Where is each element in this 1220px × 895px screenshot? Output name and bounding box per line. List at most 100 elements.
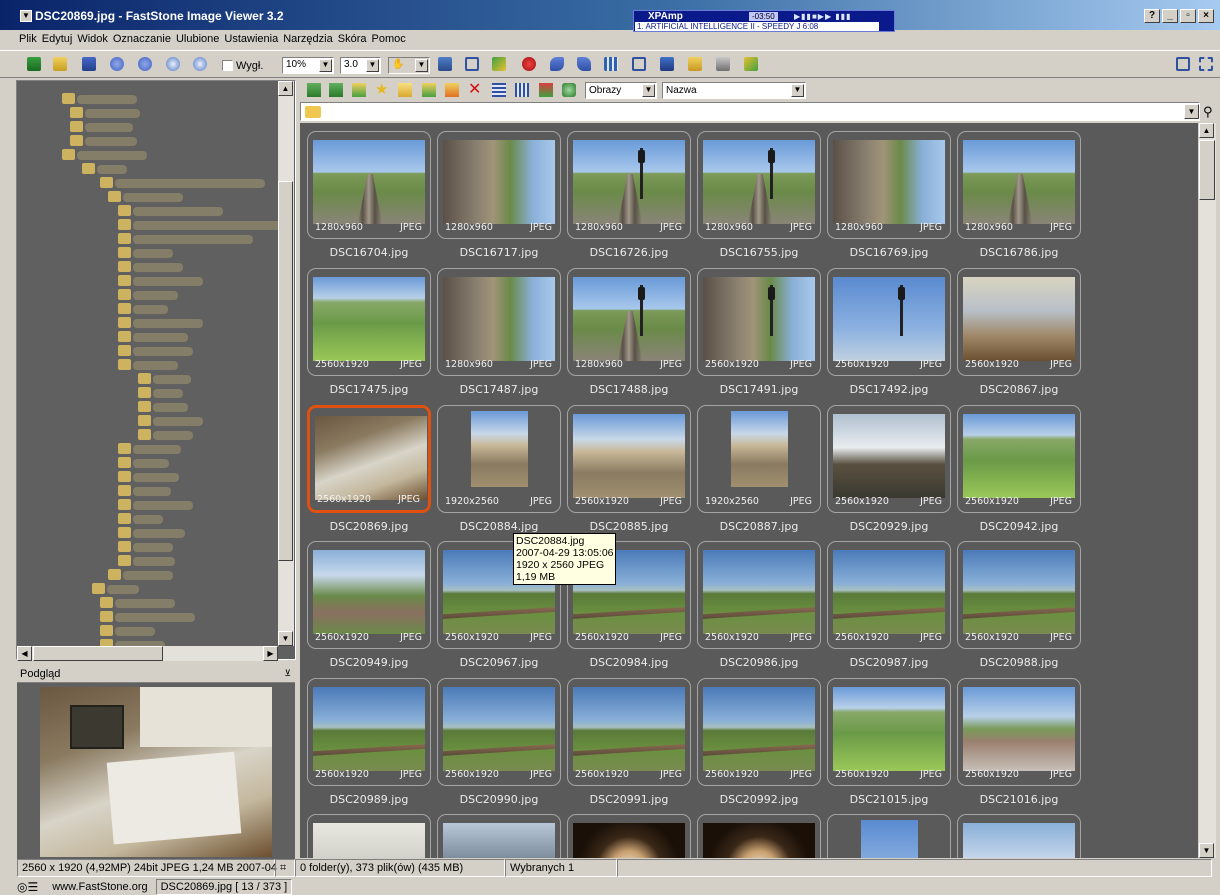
tree-item[interactable] xyxy=(70,135,137,146)
tree-item[interactable] xyxy=(108,569,173,580)
close-button[interactable]: × xyxy=(1198,9,1214,23)
thumbnail-filename[interactable]: DSC21016.jpg xyxy=(957,793,1081,806)
tree-item[interactable] xyxy=(70,107,140,118)
folder-tree[interactable] xyxy=(16,80,296,660)
tree-item[interactable] xyxy=(108,191,183,202)
tree-item[interactable] xyxy=(118,527,185,538)
thumbnail[interactable]: 2560x1920 JPEG xyxy=(957,541,1081,649)
sort-select[interactable]: Nazwa ▼ xyxy=(662,82,806,99)
zoom-in-icon[interactable] xyxy=(166,57,180,71)
thumbnail[interactable]: 2560x1920 JPEG xyxy=(697,678,821,786)
thumbnail-filename[interactable]: DSC20885.jpg xyxy=(567,520,691,533)
crop-icon[interactable] xyxy=(465,57,479,71)
thumbnail[interactable]: 1280x960 JPEG xyxy=(957,131,1081,239)
tree-item[interactable] xyxy=(118,457,169,468)
tree-item[interactable] xyxy=(118,205,223,216)
tree-item[interactable] xyxy=(70,121,133,132)
thumbnail[interactable] xyxy=(567,814,691,858)
scroll-down-icon[interactable]: ▼ xyxy=(278,631,293,646)
tree-item[interactable] xyxy=(138,401,188,412)
tree-item[interactable] xyxy=(118,303,168,314)
tag-icon[interactable] xyxy=(744,57,758,71)
pin-icon[interactable]: ⚲ xyxy=(1203,104,1217,120)
rotate-left-icon[interactable] xyxy=(550,57,564,71)
new-folder-icon[interactable] xyxy=(398,83,412,97)
tree-item[interactable] xyxy=(100,177,265,188)
fullscreen-status-icon[interactable]: ⌗ xyxy=(275,859,295,877)
menu-item[interactable]: Ustawienia xyxy=(222,31,281,49)
tree-item[interactable] xyxy=(118,275,203,286)
rotate-right-icon[interactable] xyxy=(577,57,591,71)
thumbnail[interactable]: 1920x2560 JPEG xyxy=(437,405,561,513)
thumbnail-filename[interactable]: DSC20992.jpg xyxy=(697,793,821,806)
thumbnail[interactable]: 1280x960 JPEG xyxy=(697,131,821,239)
tree-item[interactable] xyxy=(118,331,188,342)
tree-item[interactable] xyxy=(118,359,178,370)
tree-item[interactable] xyxy=(118,289,178,300)
tree-item[interactable] xyxy=(118,499,193,510)
tree-item[interactable] xyxy=(118,541,173,552)
thumb-view-icon[interactable] xyxy=(539,83,553,97)
scroll-thumb[interactable] xyxy=(1199,140,1215,200)
thumbnail[interactable]: 1280x960 JPEG xyxy=(437,268,561,376)
menu-item[interactable]: Widok xyxy=(75,31,111,49)
thumbnail[interactable]: 2560x1920 JPEG xyxy=(567,405,691,513)
system-menu-icon[interactable]: ▼ xyxy=(20,10,32,22)
scroll-down-icon[interactable]: ▼ xyxy=(1199,843,1214,858)
grid-vscrollbar[interactable]: ▲ ▼ xyxy=(1199,123,1216,858)
thumbnail[interactable]: 2560x1920 JPEG xyxy=(307,268,431,376)
thumbnail[interactable]: 1280x960 JPEG xyxy=(567,131,691,239)
resize-icon[interactable] xyxy=(438,57,452,71)
thumbnail-filename[interactable]: DSC20987.jpg xyxy=(827,656,951,669)
tree-item[interactable] xyxy=(62,93,137,104)
tree-item[interactable] xyxy=(118,513,163,524)
collapse-icon[interactable]: ⊻ xyxy=(284,668,291,679)
layout-icon[interactable] xyxy=(1176,57,1190,71)
thumbnail-filename[interactable]: DSC20942.jpg xyxy=(957,520,1081,533)
thumbnails-icon[interactable] xyxy=(604,57,618,71)
move-to-icon[interactable] xyxy=(445,83,459,97)
thumbnail-filename[interactable]: DSC20887.jpg xyxy=(697,520,821,533)
tree-item[interactable] xyxy=(138,415,203,426)
scroll-up-icon[interactable]: ▲ xyxy=(278,81,293,96)
thumbnail[interactable] xyxy=(307,814,431,858)
thumbnail-filename[interactable]: DSC17487.jpg xyxy=(437,383,561,396)
tree-item[interactable] xyxy=(100,597,175,608)
tree-item[interactable] xyxy=(118,485,171,496)
tree-item[interactable] xyxy=(62,149,147,160)
save-icon[interactable] xyxy=(82,57,96,71)
thumbnail-filename[interactable]: DSC20884.jpg xyxy=(437,520,561,533)
details-view-icon[interactable] xyxy=(492,83,506,97)
tree-item[interactable] xyxy=(138,387,183,398)
tree-item[interactable] xyxy=(138,429,193,440)
thumbnail[interactable]: 2560x1920 JPEG xyxy=(437,678,561,786)
thumbnail-filename[interactable]: DSC20867.jpg xyxy=(957,383,1081,396)
slideshow-icon[interactable] xyxy=(660,57,674,71)
menu-item[interactable]: Skóra xyxy=(336,31,370,49)
print-icon[interactable] xyxy=(716,57,730,71)
thumbnail[interactable]: 2560x1920 JPEG xyxy=(307,405,431,513)
thumbnail-filename[interactable]: DSC16769.jpg xyxy=(827,246,951,259)
maximize-button[interactable]: ▫ xyxy=(1180,9,1196,23)
tree-item[interactable] xyxy=(118,555,175,566)
tree-item[interactable] xyxy=(118,443,181,454)
tree-item[interactable] xyxy=(118,471,179,482)
thumbnail[interactable]: 2560x1920 JPEG xyxy=(697,541,821,649)
thumbnail-filename[interactable]: DSC20949.jpg xyxy=(307,656,431,669)
thumbnail-filename[interactable]: DSC17492.jpg xyxy=(827,383,951,396)
previous-icon[interactable] xyxy=(110,57,124,71)
thumbnail-filename[interactable]: DSC17475.jpg xyxy=(307,383,431,396)
fit-checkbox[interactable] xyxy=(222,60,233,71)
tree-hscrollbar[interactable]: ◀ ▶ xyxy=(17,646,278,661)
tree-item[interactable] xyxy=(118,233,253,244)
xpamp-controls-icon[interactable]: ▶▮▮■▶▶ ▮▮▮ xyxy=(794,12,852,21)
acquire-icon[interactable] xyxy=(27,57,41,71)
fullscreen-icon[interactable] xyxy=(1199,57,1213,71)
path-input[interactable] xyxy=(300,102,1200,121)
thumbnail-filename[interactable]: DSC21015.jpg xyxy=(827,793,951,806)
next-icon[interactable] xyxy=(138,57,152,71)
draw-icon[interactable] xyxy=(492,57,506,71)
favorites-icon[interactable]: ★ xyxy=(375,82,389,97)
filter-select[interactable]: Obrazy ▼ xyxy=(585,82,657,99)
tree-item[interactable] xyxy=(118,345,193,356)
